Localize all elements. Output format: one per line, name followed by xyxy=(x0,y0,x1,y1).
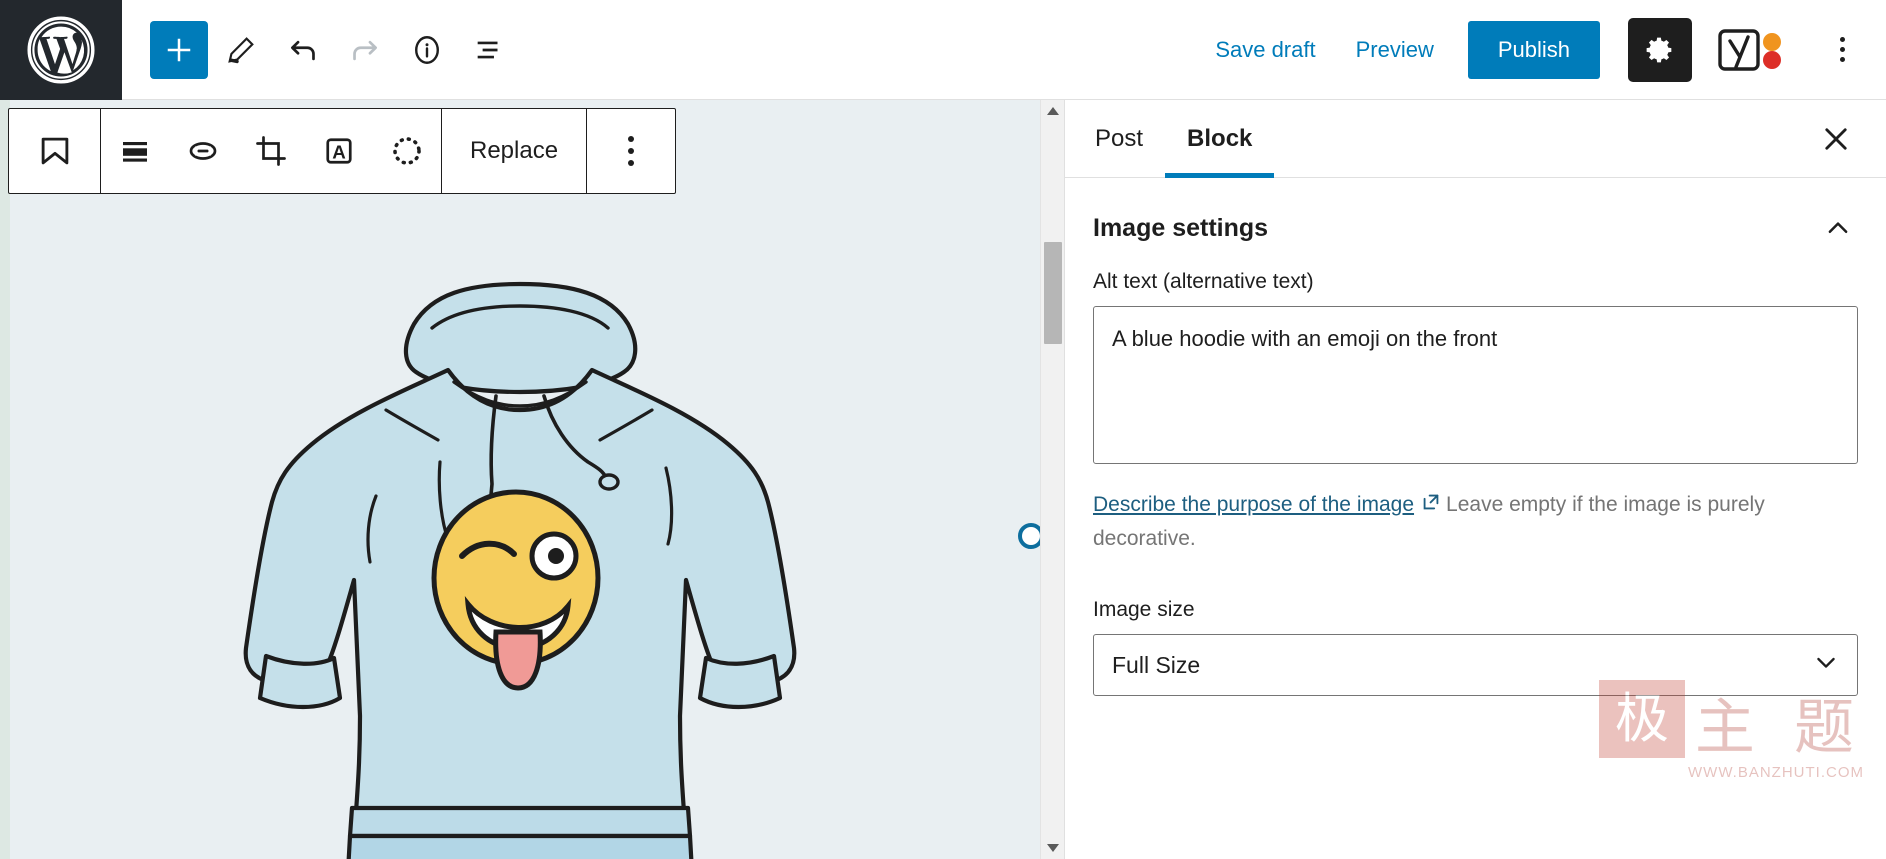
yoast-seo-icon xyxy=(1718,28,1781,71)
alt-text-label: Alt text (alternative text) xyxy=(1093,270,1314,293)
describe-purpose-link[interactable]: Describe the purpose of the image xyxy=(1093,493,1414,516)
link-button[interactable] xyxy=(169,109,237,193)
more-options-button[interactable] xyxy=(1816,21,1868,79)
block-type-image-button[interactable] xyxy=(9,109,100,193)
crop-button[interactable] xyxy=(237,109,305,193)
plus-icon xyxy=(167,38,191,61)
list-view-button[interactable] xyxy=(460,21,518,79)
publish-button[interactable]: Publish xyxy=(1467,20,1600,79)
image-block[interactable] xyxy=(0,100,1040,859)
close-sidebar-button[interactable] xyxy=(1812,115,1860,163)
pencil-icon xyxy=(228,36,254,63)
image-resize-handle[interactable] xyxy=(1018,523,1040,549)
yoast-seo-button[interactable] xyxy=(1714,21,1794,79)
edit-tool-button[interactable] xyxy=(212,21,270,79)
preview-button[interactable]: Preview xyxy=(1336,27,1454,73)
save-draft-button[interactable]: Save draft xyxy=(1195,27,1335,73)
svg-text:A: A xyxy=(332,142,346,163)
add-block-button[interactable] xyxy=(150,20,208,79)
undo-button[interactable] xyxy=(274,21,332,79)
scroll-thumb[interactable] xyxy=(1043,242,1062,344)
alt-text-help: Describe the purpose of the image Leave e… xyxy=(1093,489,1858,554)
tab-block[interactable]: Block xyxy=(1165,100,1275,178)
link-icon xyxy=(189,142,217,160)
details-button[interactable] xyxy=(398,21,456,79)
add-text-over-image-button[interactable]: A xyxy=(305,109,373,193)
image-size-select-wrap: Full Size xyxy=(1093,634,1858,696)
panel-collapse-button[interactable] xyxy=(1818,208,1858,248)
settings-sidebar: Post Block Image settings Alt text (alte… xyxy=(1064,100,1886,859)
close-icon xyxy=(1825,127,1847,150)
info-circle-icon xyxy=(415,35,439,64)
header-actions-group: Save draft Preview Publish xyxy=(1195,17,1886,82)
crop-icon xyxy=(256,136,286,166)
duotone-circle-icon xyxy=(393,137,421,165)
image-block-icon xyxy=(41,137,68,165)
sidebar-tabs: Post Block xyxy=(1065,100,1886,178)
image-size-field: Image size Full Size xyxy=(1093,598,1858,696)
replace-button[interactable]: Replace xyxy=(442,109,586,193)
redo-arrow-icon xyxy=(353,40,377,60)
editor-scrollbar[interactable] xyxy=(1040,100,1064,859)
settings-button[interactable] xyxy=(1628,17,1692,82)
align-button[interactable] xyxy=(101,109,169,193)
redo-button[interactable] xyxy=(336,21,394,79)
vertical-ellipsis-icon xyxy=(628,136,635,142)
scroll-down-arrow-icon[interactable] xyxy=(1041,837,1065,859)
text-over-image-icon: A xyxy=(326,138,352,164)
undo-arrow-icon xyxy=(291,40,315,60)
header-tools-group xyxy=(122,20,518,79)
wordpress-block-editor: Save draft Preview Publish A Replace Pos… xyxy=(0,0,1886,859)
chevron-up-icon xyxy=(1828,222,1848,233)
tab-post[interactable]: Post xyxy=(1073,100,1165,177)
panel-header[interactable]: Image settings xyxy=(1093,178,1858,270)
block-toolbar-tools: A xyxy=(101,109,441,193)
image-settings-panel: Image settings Alt text (alternative tex… xyxy=(1065,178,1886,859)
block-more-options-button[interactable] xyxy=(587,109,675,193)
list-view-icon xyxy=(477,41,498,58)
alt-text-input[interactable] xyxy=(1093,306,1858,464)
hoodie-illustration xyxy=(243,281,797,859)
external-link-icon xyxy=(1420,491,1442,523)
editor-body: A Replace Post Block Image settings Alt … xyxy=(0,100,1886,859)
scroll-up-arrow-icon[interactable] xyxy=(1041,100,1065,122)
editor-canvas[interactable]: A Replace xyxy=(0,100,1040,859)
editor-header: Save draft Preview Publish xyxy=(0,0,1886,100)
vertical-ellipsis-icon xyxy=(1839,37,1845,42)
block-toolbar: A Replace xyxy=(8,108,677,194)
scrollbar-track[interactable] xyxy=(1041,122,1065,837)
image-size-label: Image size xyxy=(1093,598,1195,621)
gear-icon xyxy=(1646,37,1672,62)
duotone-filter-button[interactable] xyxy=(373,109,441,193)
image-size-select[interactable]: Full Size xyxy=(1093,634,1858,696)
panel-title: Image settings xyxy=(1093,213,1269,242)
wordpress-logo-icon[interactable] xyxy=(0,0,122,100)
align-icon xyxy=(123,142,147,162)
